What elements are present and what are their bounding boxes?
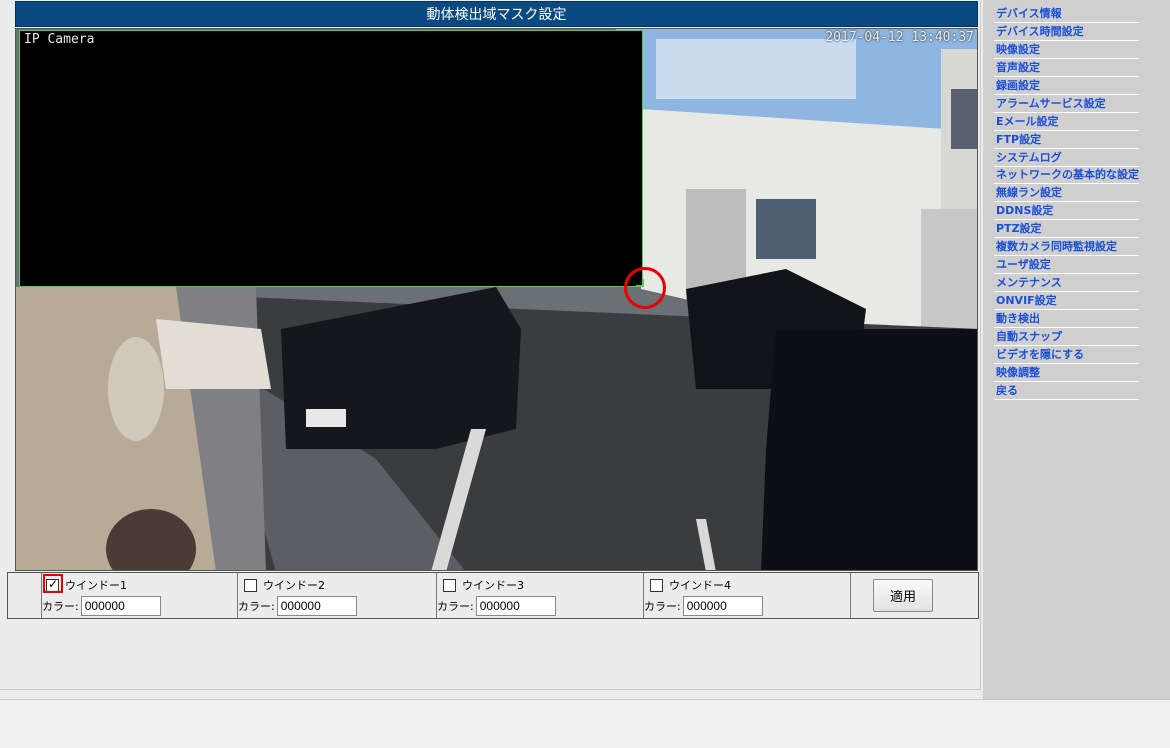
checkbox-highlight-box bbox=[43, 574, 63, 593]
window-3-color-label: カラー: bbox=[437, 600, 474, 613]
window-2-checkbox[interactable] bbox=[244, 578, 257, 592]
sidebar-menu: デバイス情報 デバイス時間設定 映像設定 音声設定 録画設定 アラームサービス設… bbox=[983, 0, 1170, 400]
window-4-color-label: カラー: bbox=[644, 600, 681, 613]
window-3-color-input[interactable] bbox=[475, 596, 556, 616]
window-2-label: ウインドー2 bbox=[263, 579, 325, 592]
main-panel: 動体検出域マスク設定 IP Camera 2017-04-12 13:40:37… bbox=[0, 0, 981, 690]
window-1-color-label: カラー: bbox=[42, 600, 79, 613]
window-3-label: ウインドー3 bbox=[462, 579, 524, 592]
sidebar-item-ftp[interactable]: FTP設定 bbox=[994, 131, 1139, 149]
window-1-cell: ウインドー1 カラー: bbox=[42, 573, 238, 618]
sidebar-item-back[interactable]: 戻る bbox=[994, 382, 1139, 400]
bottom-strip bbox=[0, 699, 1170, 748]
mask-windows-panel: ウインドー1 カラー: ウインドー2 カラー: ウインドー3 bbox=[7, 572, 979, 619]
window-4-color-input[interactable] bbox=[682, 596, 763, 616]
sidebar-item-device-info[interactable]: デバイス情報 bbox=[994, 5, 1139, 23]
window-3-checkbox[interactable] bbox=[443, 578, 456, 592]
window-2-color-label: カラー: bbox=[238, 600, 275, 613]
sidebar-item-ptz[interactable]: PTZ設定 bbox=[994, 220, 1139, 238]
window-4-cell: ウインドー4 カラー: bbox=[644, 573, 851, 618]
sidebar-item-alarm-service[interactable]: アラームサービス設定 bbox=[994, 95, 1139, 113]
sidebar-item-network-basic[interactable]: ネットワークの基本的な設定 bbox=[994, 167, 1139, 184]
window-1-color-input[interactable] bbox=[80, 596, 161, 616]
window-3-cell: ウインドー3 カラー: bbox=[437, 573, 644, 618]
sidebar-item-system-log[interactable]: システムログ bbox=[994, 149, 1139, 167]
page-title: 動体検出域マスク設定 bbox=[15, 1, 978, 27]
sidebar-item-wireless-lan[interactable]: 無線ラン設定 bbox=[994, 184, 1139, 202]
camera-video-view[interactable]: IP Camera 2017-04-12 13:40:37 bbox=[15, 28, 978, 571]
sidebar-item-video[interactable]: 映像設定 bbox=[994, 41, 1139, 59]
sidebar-item-auto-snap[interactable]: 自動スナップ bbox=[994, 328, 1139, 346]
sidebar-item-email[interactable]: Eメール設定 bbox=[994, 113, 1139, 131]
sidebar-item-user[interactable]: ユーザ設定 bbox=[994, 256, 1139, 274]
sidebar-item-device-time[interactable]: デバイス時間設定 bbox=[994, 23, 1139, 41]
sidebar-item-audio[interactable]: 音声設定 bbox=[994, 59, 1139, 77]
apply-button[interactable]: 適用 bbox=[873, 579, 933, 612]
window-4-checkbox[interactable] bbox=[650, 578, 663, 592]
sidebar-item-motion-detect[interactable]: 動き検出 bbox=[994, 310, 1139, 328]
sidebar-item-maintenance[interactable]: メンテナンス bbox=[994, 274, 1139, 292]
sidebar-item-recording[interactable]: 録画設定 bbox=[994, 77, 1139, 95]
window-2-cell: ウインドー2 カラー: bbox=[238, 573, 437, 618]
window-1-label: ウインドー1 bbox=[65, 579, 127, 592]
osd-camera-name: IP Camera bbox=[24, 32, 95, 47]
settings-sidebar: デバイス情報 デバイス時間設定 映像設定 音声設定 録画設定 アラームサービス設… bbox=[983, 0, 1170, 699]
motion-mask-window-1[interactable]: IP Camera bbox=[19, 30, 643, 287]
window-2-color-input[interactable] bbox=[276, 596, 357, 616]
sidebar-item-onvif[interactable]: ONVIF設定 bbox=[994, 292, 1139, 310]
sidebar-item-multi-camera[interactable]: 複数カメラ同時監視設定 bbox=[994, 238, 1139, 256]
sidebar-item-ddns[interactable]: DDNS設定 bbox=[994, 202, 1139, 220]
controls-spacer bbox=[8, 573, 42, 618]
osd-timestamp: 2017-04-12 13:40:37 bbox=[825, 30, 974, 45]
sidebar-item-video-mask[interactable]: ビデオを隠にする bbox=[994, 346, 1139, 364]
window-4-label: ウインドー4 bbox=[669, 579, 731, 592]
sidebar-item-image-adjust[interactable]: 映像調整 bbox=[994, 364, 1139, 382]
callout-highlight-circle bbox=[624, 267, 666, 309]
